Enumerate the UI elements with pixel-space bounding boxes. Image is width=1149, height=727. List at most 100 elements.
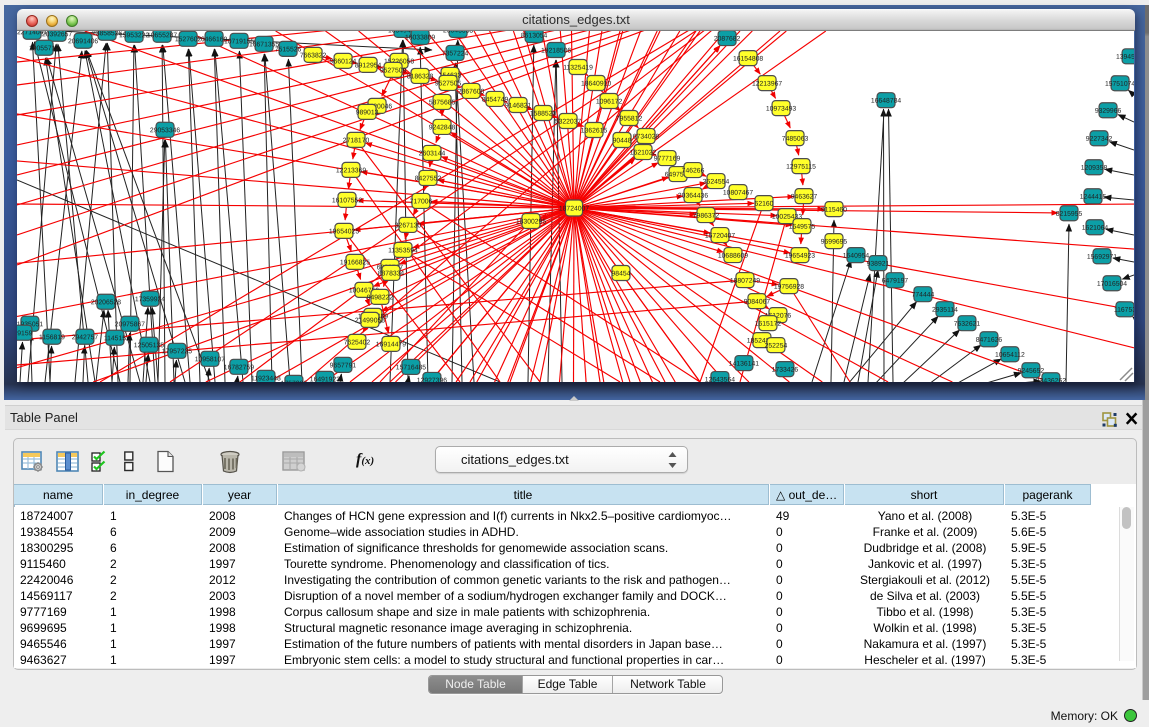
svg-text:18724007: 18724007 xyxy=(559,205,589,212)
svg-text:3624554: 3624554 xyxy=(703,179,730,186)
svg-text:10958107: 10958107 xyxy=(195,356,225,363)
svg-text:9527509: 9527509 xyxy=(380,67,407,74)
svg-text:98454: 98454 xyxy=(612,271,631,278)
svg-text:10807467: 10807467 xyxy=(723,190,753,197)
svg-text:7357224: 7357224 xyxy=(442,50,469,57)
svg-text:9498222: 9498222 xyxy=(367,294,394,301)
svg-text:20392657: 20392657 xyxy=(42,31,72,38)
svg-text:2942757: 2942757 xyxy=(72,334,99,341)
svg-text:9242848: 9242848 xyxy=(429,124,456,131)
svg-text:7663822: 7663822 xyxy=(300,52,327,59)
svg-text:15751074: 15751074 xyxy=(1105,81,1134,88)
svg-text:19756928: 19756928 xyxy=(774,284,804,291)
svg-text:21499058: 21499058 xyxy=(355,317,385,324)
svg-text:7485063: 7485063 xyxy=(782,136,809,143)
svg-text:1757086: 1757086 xyxy=(281,380,308,382)
svg-text:62160: 62160 xyxy=(755,201,774,208)
svg-text:19654025: 19654025 xyxy=(329,228,359,235)
svg-text:116753: 116753 xyxy=(1114,307,1134,314)
svg-text:15716485: 15716485 xyxy=(396,364,426,371)
svg-text:114515: 114515 xyxy=(104,335,126,342)
svg-text:19166825: 19166825 xyxy=(340,259,370,266)
svg-text:16914479: 16914479 xyxy=(376,341,406,348)
svg-text:25046038: 25046038 xyxy=(443,31,473,34)
svg-text:18807249: 18807249 xyxy=(730,278,760,285)
svg-text:774444: 774444 xyxy=(912,292,935,299)
svg-text:11923448: 11923448 xyxy=(251,375,281,382)
svg-text:18640910: 18640910 xyxy=(581,81,611,88)
svg-text:2867608: 2867608 xyxy=(458,88,485,95)
svg-text:1621064: 1621064 xyxy=(1082,225,1109,232)
svg-text:9084067: 9084067 xyxy=(744,299,771,306)
svg-text:9329966: 9329966 xyxy=(1095,108,1122,115)
svg-text:9463627: 9463627 xyxy=(791,194,818,201)
svg-text:10973493: 10973493 xyxy=(766,106,796,113)
svg-text:7515526: 7515526 xyxy=(275,46,302,53)
svg-text:9227342: 9227342 xyxy=(1086,136,1113,143)
svg-text:8878334: 8878334 xyxy=(378,270,405,277)
svg-text:1649575: 1649575 xyxy=(789,224,816,231)
svg-text:1362615: 1362615 xyxy=(581,128,608,135)
svg-text:1621022: 1621022 xyxy=(630,150,657,157)
svg-text:11353594: 11353594 xyxy=(388,247,418,254)
svg-text:746266: 746266 xyxy=(682,168,705,175)
svg-text:16107552: 16107552 xyxy=(332,197,362,204)
svg-text:1733426: 1733426 xyxy=(772,367,799,374)
svg-text:20691406: 20691406 xyxy=(68,38,98,45)
svg-text:9527505: 9527505 xyxy=(435,80,462,87)
svg-text:6734028: 6734028 xyxy=(633,134,660,141)
svg-text:16648784: 16648784 xyxy=(871,98,901,105)
svg-text:15953222: 15953222 xyxy=(119,32,149,39)
svg-text:20206528: 20206528 xyxy=(91,299,121,306)
svg-text:938921: 938921 xyxy=(867,261,890,268)
svg-text:10654112: 10654112 xyxy=(995,352,1025,359)
svg-text:717006: 717006 xyxy=(410,198,433,205)
svg-text:1096172: 1096172 xyxy=(596,99,623,106)
svg-text:2087682: 2087682 xyxy=(714,36,741,43)
svg-text:2603144: 2603144 xyxy=(419,150,446,157)
svg-text:2935114: 2935114 xyxy=(932,307,958,314)
svg-text:8427552: 8427552 xyxy=(415,175,442,182)
svg-text:9699695: 9699695 xyxy=(821,239,848,246)
svg-text:16491923: 16491923 xyxy=(310,376,340,382)
svg-text:1527602: 1527602 xyxy=(175,36,202,43)
svg-text:10688609: 10688609 xyxy=(718,253,748,260)
svg-text:18300295: 18300295 xyxy=(516,218,546,225)
svg-text:1640954: 1640954 xyxy=(843,253,870,260)
svg-text:10655287: 10655287 xyxy=(147,32,177,39)
svg-text:12975115: 12975115 xyxy=(786,164,816,171)
svg-text:39159: 39159 xyxy=(17,330,33,337)
svg-text:16154808: 16154808 xyxy=(733,56,763,63)
svg-text:17957225: 17957225 xyxy=(162,348,192,355)
svg-text:12643564: 12643564 xyxy=(705,377,735,382)
svg-text:12213967: 12213967 xyxy=(752,81,782,88)
svg-text:19218506: 19218506 xyxy=(541,47,571,54)
svg-text:9115460: 9115460 xyxy=(821,207,847,214)
svg-text:11325419: 11325419 xyxy=(563,64,593,71)
svg-text:12927396: 12927396 xyxy=(417,377,447,382)
svg-text:2718170: 2718170 xyxy=(343,137,370,144)
svg-text:8215955: 8215955 xyxy=(1056,211,1083,218)
svg-text:9146821: 9146821 xyxy=(505,102,532,109)
svg-text:5322037: 5322037 xyxy=(555,118,582,125)
svg-text:8613054: 8613054 xyxy=(521,32,548,39)
svg-text:17016504: 17016504 xyxy=(1097,281,1127,288)
svg-text:1209358: 1209358 xyxy=(1081,165,1108,172)
svg-text:9777169: 9777169 xyxy=(654,156,681,163)
svg-text:16033809: 16033809 xyxy=(405,34,435,41)
svg-text:8186328: 8186328 xyxy=(407,73,434,80)
svg-text:7632621: 7632621 xyxy=(954,321,981,328)
svg-text:20364436: 20364436 xyxy=(678,193,708,200)
svg-text:14136141: 14136141 xyxy=(729,361,759,368)
svg-text:23858526: 23858526 xyxy=(92,31,122,37)
svg-text:23436262: 23436262 xyxy=(1036,378,1066,382)
svg-text:9245652: 9245652 xyxy=(1018,368,1045,375)
svg-text:16782759: 16782759 xyxy=(224,364,254,371)
svg-text:1588520: 1588520 xyxy=(530,110,557,117)
svg-text:20975867: 20975867 xyxy=(115,321,145,328)
svg-text:7955812: 7955812 xyxy=(616,116,643,123)
svg-text:19654923: 19654923 xyxy=(785,253,815,260)
svg-text:1156819: 1156819 xyxy=(39,334,65,341)
svg-text:3267130: 3267130 xyxy=(395,222,422,229)
svg-text:1615172: 1615172 xyxy=(755,321,782,328)
